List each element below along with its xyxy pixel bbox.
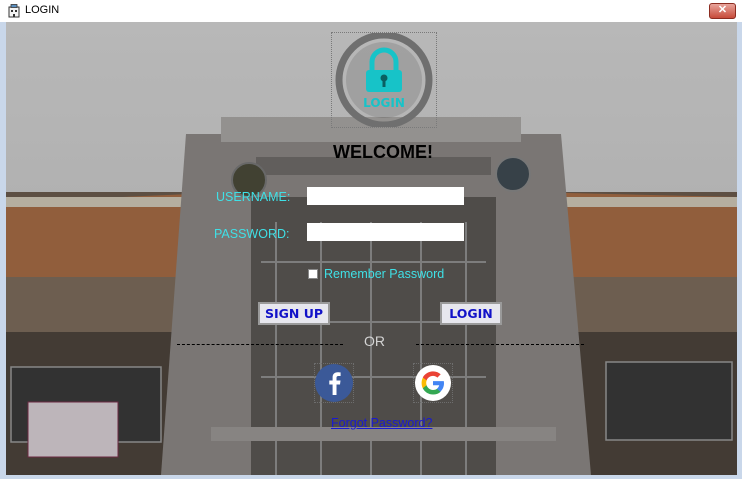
remember-checkbox[interactable] — [308, 269, 318, 279]
forgot-password-link[interactable]: Forgot Password? — [331, 416, 432, 430]
padlock-icon — [335, 31, 433, 129]
building-icon — [8, 4, 20, 18]
logo-text: LOGIN — [363, 96, 405, 110]
signup-button[interactable]: SIGN UP — [258, 302, 330, 325]
password-input[interactable] — [307, 223, 464, 241]
divider-left — [177, 344, 343, 345]
username-label: USERNAME: — [216, 190, 291, 204]
close-icon: ✕ — [717, 4, 728, 16]
facebook-button[interactable] — [314, 363, 354, 403]
facebook-icon — [315, 364, 353, 402]
google-button[interactable] — [413, 363, 453, 403]
divider-right — [416, 344, 584, 345]
google-icon — [415, 365, 451, 401]
welcome-heading: WELCOME! — [333, 142, 433, 162]
logo-frame: LOGIN — [331, 31, 437, 129]
title-bar: LOGIN ✕ — [0, 0, 742, 23]
login-panel: LOGIN WELCOME! USERNAME: PASSWORD: Remem… — [6, 22, 737, 475]
window-title: LOGIN — [25, 4, 60, 16]
or-separator: OR — [364, 333, 385, 349]
password-label: PASSWORD: — [214, 227, 290, 241]
close-button[interactable]: ✕ — [709, 3, 736, 19]
login-button[interactable]: LOGIN — [440, 302, 502, 325]
username-input[interactable] — [307, 187, 464, 205]
remember-label[interactable]: Remember Password — [324, 267, 444, 281]
